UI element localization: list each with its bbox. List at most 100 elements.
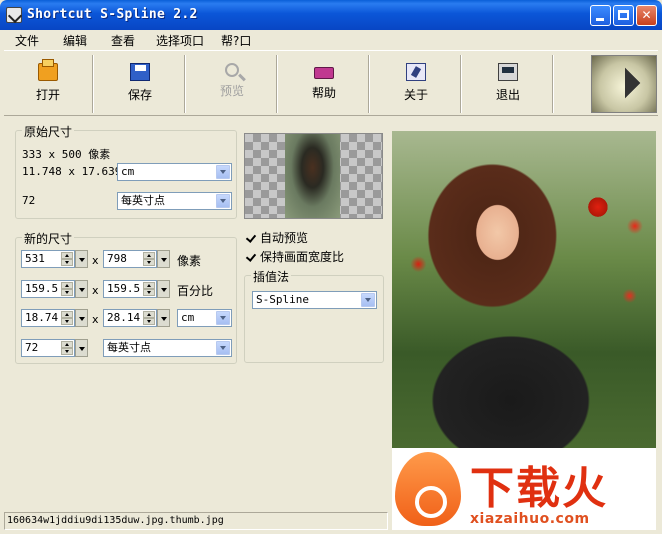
preview-icon [225,63,239,77]
original-dpi-unit-value: 每英寸点 [121,194,165,207]
new-width-pct-value: 159.5 [25,282,59,295]
original-dpi-unit-select[interactable]: 每英寸点 [117,192,232,210]
new-dpi-input[interactable]: 72 [21,339,88,357]
chevron-down-icon[interactable] [75,250,88,268]
chevron-down-icon[interactable] [75,280,88,298]
toolbar-separator [552,55,554,113]
auto-preview-checkbox[interactable]: 自动预览 [245,229,308,246]
checkmark-icon [245,233,256,244]
toolbar-separator [460,55,462,113]
chevron-down-icon[interactable] [75,339,88,357]
new-width-pct-input[interactable]: 159.5 [21,280,88,298]
new-unit-value: cm [181,311,195,324]
save-icon [130,63,150,81]
times-sign: x [92,284,99,297]
new-width-cm-value: 18.74 [25,311,59,324]
exit-button[interactable]: 退出 [468,57,548,113]
new-width-px-input[interactable]: 531 [21,250,88,268]
toolbar: 打开 保存 预览 帮助 关于 退出 [4,50,658,116]
thumbnail-image [285,134,340,218]
thumbnail-preview[interactable] [244,133,383,219]
new-height-cm-value: 28.14 [107,311,141,324]
save-label: 保存 [127,88,152,102]
width-pct-spinner[interactable] [61,282,73,296]
toolbar-separator [368,55,370,113]
minimize-button[interactable] [590,5,611,26]
chevron-down-icon[interactable] [157,250,170,268]
interpolation-title: 插值法 [251,268,292,285]
pixels-label: 像素 [177,254,202,268]
chevron-down-icon[interactable] [216,311,230,325]
interpolation-value: S-Spline [256,293,309,306]
new-width-cm-input[interactable]: 18.74 [21,309,88,327]
app-logo [591,55,657,113]
original-unit-select[interactable]: cm [117,163,232,181]
status-bar: 160634w1jddiu9di135duw.jpg.thumb.jpg [4,512,388,530]
chevron-down-icon[interactable] [361,293,375,307]
new-height-pct-value: 159.5 [107,282,141,295]
menu-bar: 文件 编辑 查看 选择项口 帮?口 [0,30,662,49]
title-bar: Shortcut S-Spline 2.2 ✕ [0,0,662,30]
toolbar-separator [92,55,94,113]
times-sign: x [92,313,99,326]
checkmark-icon [245,252,256,263]
height-px-spinner[interactable] [143,252,155,266]
chevron-down-icon[interactable] [157,309,170,327]
original-size-title: 原始尺寸 [22,123,75,140]
window-title: Shortcut S-Spline 2.2 [27,7,198,22]
open-button[interactable]: 打开 [8,57,88,113]
auto-preview-label: 自动预览 [260,231,309,245]
height-pct-spinner[interactable] [143,282,155,296]
width-cm-spinner[interactable] [61,311,73,325]
menu-file[interactable]: 文件 [15,32,39,49]
watermark-text: 下载火 [470,463,608,514]
open-icon [38,59,58,81]
new-unit-select[interactable]: cm [177,309,232,327]
help-button[interactable]: 帮助 [284,57,364,113]
chevron-down-icon[interactable] [157,280,170,298]
image-preview[interactable] [392,131,656,448]
preview-button[interactable]: 预览 [192,57,272,113]
help-label: 帮助 [311,86,336,100]
save-button[interactable]: 保存 [100,57,180,113]
exit-icon [498,63,518,81]
preview-label: 预览 [219,84,244,98]
help-icon [314,67,334,79]
times-sign: x [92,254,99,267]
close-button[interactable]: ✕ [636,5,657,26]
original-dpi: 72 [22,194,36,207]
original-unit-value: cm [121,165,135,178]
new-size-title: 新的尺寸 [22,230,75,247]
new-dpi-unit-select[interactable]: 每英寸点 [103,339,232,357]
chevron-down-icon[interactable] [216,194,230,208]
percent-label: 百分比 [177,284,214,298]
keep-ratio-label: 保持画面宽度比 [260,250,345,264]
maximize-button[interactable] [613,5,634,26]
about-icon [406,63,426,81]
new-dpi-unit-value: 每英寸点 [107,341,151,354]
dpi-spinner[interactable] [61,341,73,355]
status-filename: 160634w1jddiu9di135duw.jpg.thumb.jpg [7,515,224,526]
keep-ratio-checkbox[interactable]: 保持画面宽度比 [245,248,344,265]
watermark-url: xiazaihuo.com [470,511,590,527]
interpolation-select[interactable]: S-Spline [252,291,377,309]
new-height-pct-input[interactable]: 159.5 [103,280,170,298]
new-dpi-value: 72 [25,341,39,354]
open-label: 打开 [35,88,60,102]
chevron-down-icon[interactable] [75,309,88,327]
interpolation-group: 插值法 [244,268,384,363]
menu-options[interactable]: 选择项口 [156,32,204,49]
app-icon[interactable] [6,7,22,23]
width-px-spinner[interactable] [61,252,73,266]
menu-help[interactable]: 帮?口 [221,32,251,49]
chevron-down-icon[interactable] [216,341,230,355]
exit-label: 退出 [495,88,520,102]
chevron-down-icon[interactable] [216,165,230,179]
menu-view[interactable]: 查看 [111,32,135,49]
menu-edit[interactable]: 编辑 [63,32,87,49]
new-height-px-input[interactable]: 798 [103,250,170,268]
height-cm-spinner[interactable] [143,311,155,325]
new-height-cm-input[interactable]: 28.14 [103,309,170,327]
new-height-px-value: 798 [107,252,127,265]
about-button[interactable]: 关于 [376,57,456,113]
